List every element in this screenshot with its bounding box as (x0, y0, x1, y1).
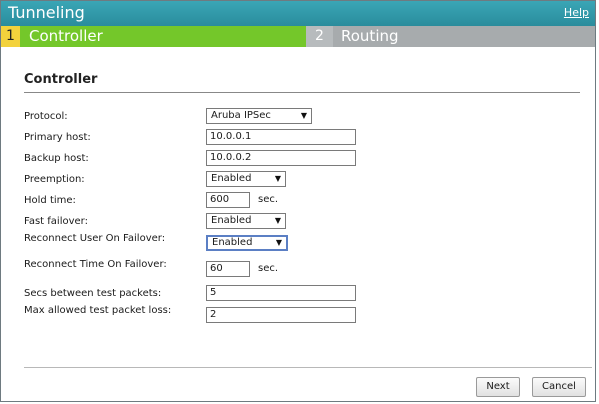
next-button[interactable]: Next (476, 377, 520, 397)
help-link[interactable]: Help (564, 6, 589, 19)
max-loss-input[interactable]: 2 (206, 307, 356, 323)
step-number: 1 (1, 26, 20, 47)
dialog-title: Tunneling (8, 3, 85, 22)
fast-failover-value: Enabled (211, 215, 252, 226)
step-label: Routing (341, 27, 399, 45)
reconnect-time-label: Reconnect Time On Failover: (24, 259, 167, 270)
step-label: Controller (29, 27, 103, 45)
secs-between-label: Secs between test packets: (24, 288, 162, 299)
fast-failover-row: Fast failover: Enabled ▼ (24, 213, 584, 231)
hold-time-label: Hold time: (24, 195, 76, 206)
section-title: Controller (24, 72, 98, 87)
title-bar: Tunneling Help (1, 1, 595, 26)
max-loss-label: Max allowed test packet loss: (24, 305, 172, 316)
step-number: 2 (306, 26, 333, 47)
protocol-value: Aruba IPSec (211, 110, 271, 121)
wizard-steps: 1 Controller 2 Routing (1, 26, 595, 47)
reconnect-user-row: Reconnect User On Failover: Enabled ▼ (24, 233, 584, 253)
fast-failover-select[interactable]: Enabled ▼ (206, 213, 286, 229)
preemption-select[interactable]: Enabled ▼ (206, 171, 286, 187)
protocol-label: Protocol: (24, 111, 68, 122)
reconnect-time-row: Reconnect Time On Failover: 60 sec. (24, 259, 584, 279)
backup-host-input[interactable]: 10.0.0.2 (206, 150, 356, 166)
preemption-label: Preemption: (24, 174, 85, 185)
max-loss-row: Max allowed test packet loss: 2 (24, 305, 584, 325)
reconnect-user-value: Enabled (212, 237, 253, 248)
triangle-down-icon: ▼ (274, 216, 281, 225)
hold-time-input[interactable]: 600 (206, 192, 250, 208)
fast-failover-label: Fast failover: (24, 216, 88, 227)
step-routing[interactable]: 2 Routing (306, 26, 595, 47)
section-divider (24, 92, 580, 93)
cancel-button[interactable]: Cancel (532, 377, 586, 397)
backup-host-label: Backup host: (24, 153, 89, 164)
triangle-down-icon: ▼ (274, 174, 281, 183)
footer-divider (24, 367, 592, 368)
secs-between-row: Secs between test packets: 5 (24, 285, 584, 303)
primary-host-row: Primary host: 10.0.0.1 (24, 129, 584, 147)
triangle-down-icon: ▼ (300, 111, 307, 120)
protocol-row: Protocol: Aruba IPSec ▼ (24, 108, 584, 126)
hold-time-unit: sec. (258, 194, 279, 205)
protocol-select[interactable]: Aruba IPSec ▼ (206, 108, 312, 124)
triangle-down-icon: ▼ (275, 238, 282, 247)
secs-between-input[interactable]: 5 (206, 285, 356, 301)
reconnect-time-input[interactable]: 60 (206, 261, 250, 277)
backup-host-row: Backup host: 10.0.0.2 (24, 150, 584, 168)
reconnect-user-label: Reconnect User On Failover: (24, 233, 166, 244)
reconnect-user-select[interactable]: Enabled ▼ (206, 235, 288, 251)
preemption-row: Preemption: Enabled ▼ (24, 171, 584, 189)
hold-time-row: Hold time: 600 sec. (24, 192, 584, 210)
primary-host-input[interactable]: 10.0.0.1 (206, 129, 356, 145)
step-controller[interactable]: 1 Controller (1, 26, 306, 47)
preemption-value: Enabled (211, 173, 252, 184)
primary-host-label: Primary host: (24, 132, 91, 143)
tunneling-dialog: Tunneling Help 1 Controller 2 Routing Co… (0, 0, 596, 402)
reconnect-time-unit: sec. (258, 263, 279, 274)
